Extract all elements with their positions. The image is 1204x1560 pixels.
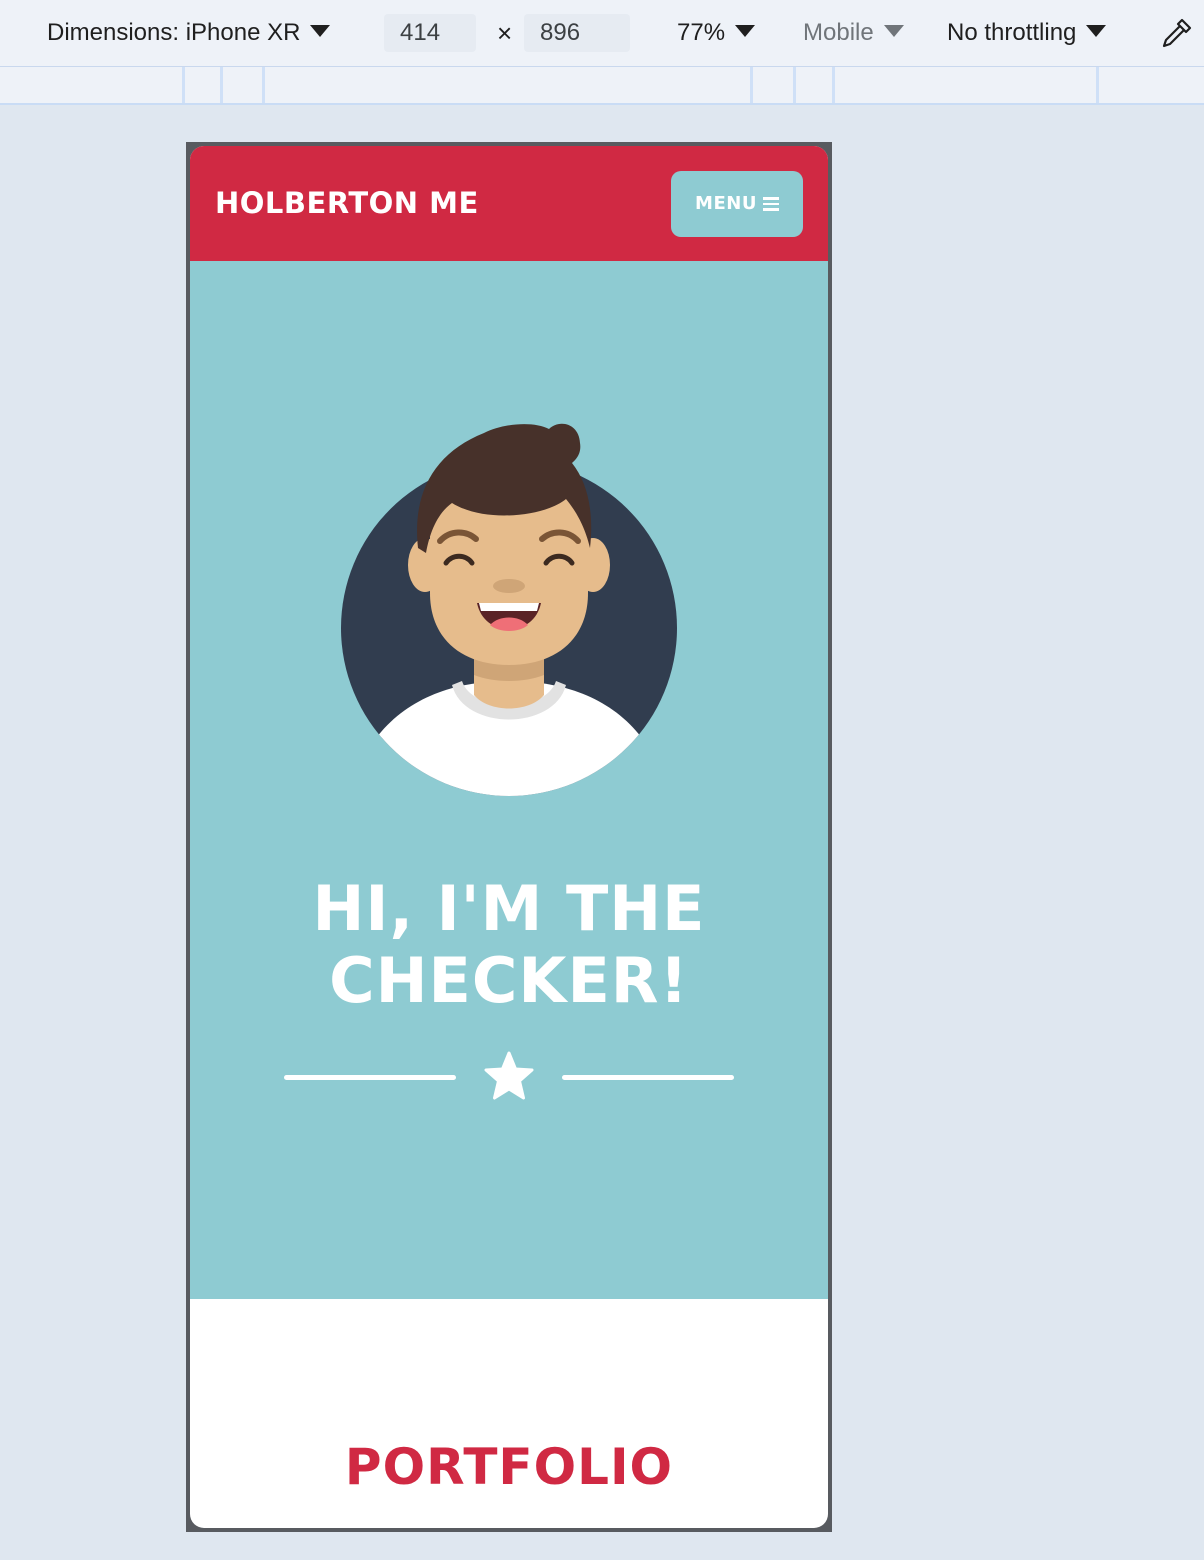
height-input[interactable]: 896 bbox=[524, 14, 630, 52]
ruler-mark[interactable] bbox=[220, 67, 223, 103]
ruler-mark[interactable] bbox=[750, 67, 753, 103]
ruler-mark[interactable] bbox=[1096, 67, 1099, 103]
width-input[interactable]: 414 bbox=[384, 14, 476, 52]
star-icon bbox=[479, 1047, 539, 1111]
ruler-mark[interactable] bbox=[262, 67, 265, 103]
divider-line bbox=[284, 1075, 456, 1080]
ruler-mark[interactable] bbox=[832, 67, 835, 103]
eyedropper-icon[interactable] bbox=[1160, 16, 1194, 48]
chevron-down-icon bbox=[310, 25, 331, 37]
ruler-mark[interactable] bbox=[793, 67, 796, 103]
times-sign: × bbox=[497, 18, 513, 48]
zoom-label: 77% bbox=[677, 19, 726, 46]
chevron-down-icon bbox=[735, 25, 756, 37]
portfolio-heading: PORTFOLIO bbox=[344, 1438, 674, 1496]
device-frame: HOLBERTON ME MENU HI, I'M THE CHECKER! P… bbox=[186, 142, 832, 1532]
devtools-device-toolbar: Dimensions: iPhone XR 414 × 896 77% Mobi… bbox=[0, 0, 1204, 67]
device-type-label: Mobile bbox=[803, 19, 874, 46]
media-query-ruler bbox=[0, 67, 1204, 105]
throttling-dropdown[interactable]: No throttling bbox=[947, 18, 1107, 48]
divider-line bbox=[562, 1075, 734, 1080]
device-dimensions-dropdown[interactable]: Dimensions: iPhone XR bbox=[47, 18, 331, 48]
ruler-mark[interactable] bbox=[182, 67, 185, 103]
hero-title: HI, I'M THE CHECKER! bbox=[190, 873, 828, 1017]
hamburger-icon bbox=[762, 197, 779, 211]
hero-section: HI, I'M THE CHECKER! bbox=[190, 261, 828, 1299]
chevron-down-icon bbox=[1086, 25, 1107, 37]
site-header: HOLBERTON ME MENU bbox=[190, 146, 828, 261]
device-type-dropdown[interactable]: Mobile bbox=[803, 18, 904, 48]
zoom-dropdown[interactable]: 77% bbox=[677, 18, 756, 48]
brand-logo[interactable]: HOLBERTON ME bbox=[215, 186, 479, 220]
menu-button[interactable]: MENU bbox=[671, 171, 803, 237]
menu-label: MENU bbox=[695, 193, 757, 214]
avatar-illustration bbox=[334, 413, 684, 802]
device-screen: HOLBERTON ME MENU HI, I'M THE CHECKER! P… bbox=[190, 146, 828, 1528]
chevron-down-icon bbox=[883, 25, 904, 37]
hero-title-line: CHECKER! bbox=[329, 944, 689, 1017]
device-dimensions-label: Dimensions: iPhone XR bbox=[47, 19, 301, 46]
throttling-label: No throttling bbox=[947, 19, 1077, 46]
star-divider bbox=[284, 1047, 734, 1107]
hero-title-line: HI, I'M THE bbox=[312, 872, 706, 945]
